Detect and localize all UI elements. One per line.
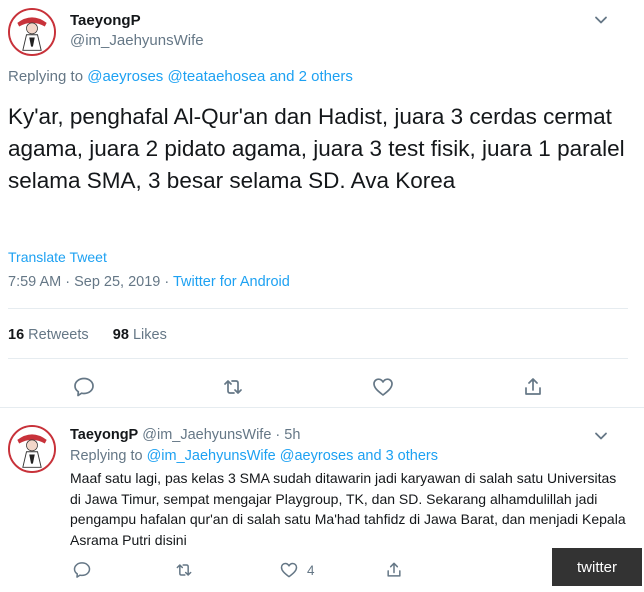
chevron-down-icon[interactable] <box>591 426 611 446</box>
reply-button[interactable] <box>72 559 92 581</box>
user-handle[interactable]: @im_JaehyunsWife <box>70 32 204 49</box>
mention-links[interactable]: @im_JaehyunsWife @aeyroses and 3 others <box>147 448 438 464</box>
retweet-button[interactable] <box>221 375 245 399</box>
retweet-icon <box>224 380 242 394</box>
others-link[interactable]: and 2 others <box>269 68 352 85</box>
mention-link[interactable]: @aeyroses <box>87 68 163 85</box>
share-button[interactable] <box>521 375 545 399</box>
display-name[interactable]: TaeyongP <box>70 12 141 29</box>
retweets-stat[interactable]: 16 Retweets <box>8 327 89 343</box>
likes-count: 98 <box>112 327 129 343</box>
replying-prefix: Replying to <box>70 448 143 464</box>
like-count: 4 <box>307 562 315 578</box>
reply-text: Maaf satu lagi, pas kelas 3 SMA sudah di… <box>70 470 626 548</box>
translate-tweet-link[interactable]: Translate Tweet <box>8 249 107 265</box>
likes-stat[interactable]: 98 Likes <box>113 327 167 343</box>
avatar[interactable] <box>8 8 56 56</box>
reply-header: TaeyongP @im_JaehyunsWife · 5h <box>70 427 300 443</box>
retweet-icon <box>176 564 192 576</box>
timestamp[interactable]: 7:59 AM · Sep 25, 2019 · <box>8 274 173 290</box>
tweet-stats: 16 Retweets 98 Likes <box>8 327 167 343</box>
replying-to: Replying to @aeyroses @teataehosea and 2… <box>8 68 353 85</box>
handle-and-time[interactable]: @im_JaehyunsWife · 5h <box>142 427 300 443</box>
replying-prefix: Replying to <box>8 68 84 85</box>
speech-bubble-icon <box>74 377 94 397</box>
avatar[interactable] <box>8 425 56 473</box>
speech-bubble-icon <box>73 562 91 578</box>
tweet-source[interactable]: Twitter for Android <box>173 274 290 290</box>
tweet-timestamp: 7:59 AM · Sep 25, 2019 · Twitter for And… <box>8 274 290 290</box>
heart-icon <box>280 562 298 578</box>
main-tweet: TaeyongP @im_JaehyunsWife Replying to @a… <box>0 0 644 408</box>
divider <box>8 308 628 309</box>
display-name[interactable]: TaeyongP <box>70 427 138 443</box>
share-icon <box>525 378 541 395</box>
share-button[interactable] <box>384 559 404 581</box>
chevron-down-icon[interactable] <box>591 10 611 30</box>
share-icon <box>387 562 401 577</box>
retweets-label: Retweets <box>28 327 89 343</box>
divider <box>8 358 628 359</box>
replying-to: Replying to @im_JaehyunsWife @aeyroses a… <box>70 448 438 464</box>
tweet-text: Ky'ar, penghafal Al-Qur'an dan Hadist, j… <box>8 104 625 193</box>
retweets-count: 16 <box>8 327 25 343</box>
like-button[interactable]: 4 <box>279 559 315 581</box>
retweet-button[interactable] <box>174 559 194 581</box>
heart-icon <box>373 378 393 396</box>
twitter-watermark: twitter <box>552 548 642 586</box>
reply-button[interactable] <box>72 375 96 399</box>
likes-label: Likes <box>132 327 167 343</box>
like-button[interactable] <box>371 375 395 399</box>
mention-link[interactable]: @teataehosea <box>167 68 265 85</box>
